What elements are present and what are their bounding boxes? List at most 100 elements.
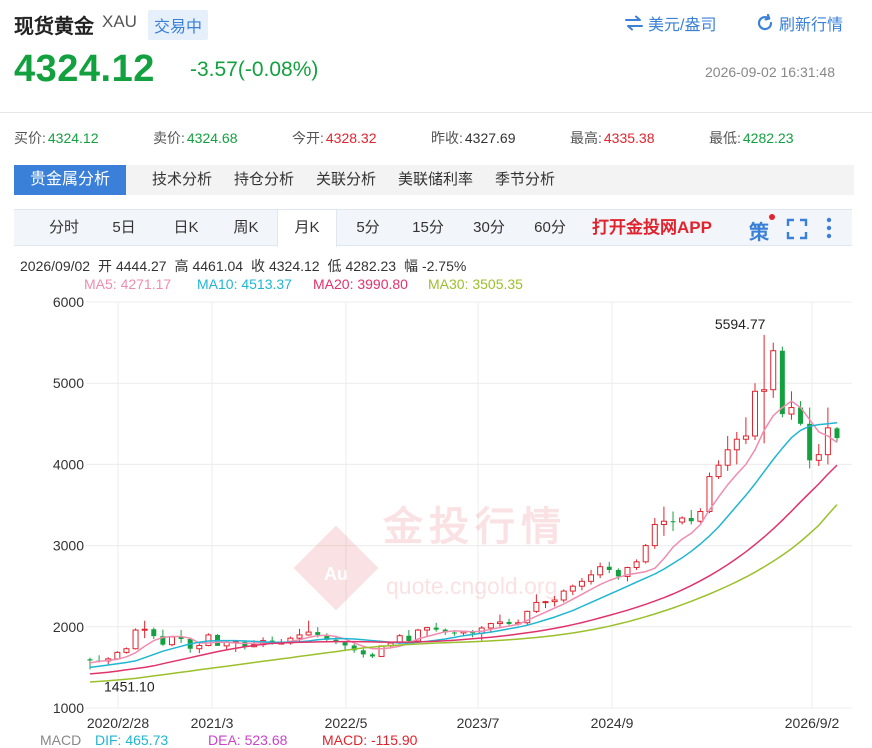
candle-body xyxy=(533,601,540,612)
ohlc-high: 4461.04 xyxy=(192,258,244,274)
candle xyxy=(834,426,840,442)
unit-toggle-label: 美元/盎司 xyxy=(648,17,717,34)
ohlc-open-label: 开 xyxy=(97,258,112,274)
tab-technical[interactable]: 技术分析 xyxy=(152,165,212,195)
analysis-tabs: 贵金属分析 技术分析 持仓分析 关联分析 美联储利率 季节分析 xyxy=(14,165,854,195)
stat-prev-close: 昨收: 4327.69 xyxy=(431,128,516,148)
candle-body xyxy=(679,517,686,523)
tab-positions[interactable]: 持仓分析 xyxy=(234,165,294,195)
macd-dea: DEA: 523.68 xyxy=(208,732,288,748)
candle-body xyxy=(660,520,667,525)
candle-body xyxy=(87,659,93,661)
candle xyxy=(798,401,804,426)
candle-body xyxy=(807,423,813,461)
period-tab-5min[interactable]: 5分 xyxy=(338,210,398,245)
tab-correlation[interactable]: 关联分析 xyxy=(316,165,376,195)
y-tick-label: 1000 xyxy=(53,700,84,716)
candle xyxy=(670,511,676,531)
y-tick-label: 2000 xyxy=(53,619,84,635)
candle-body xyxy=(788,407,795,415)
swap-arrows-icon xyxy=(625,15,643,31)
candle xyxy=(633,559,640,570)
candle xyxy=(496,614,503,627)
candle xyxy=(305,620,312,636)
tab-fed-rate[interactable]: 美联储利率 xyxy=(398,165,473,195)
y-tick-label: 4000 xyxy=(53,456,84,472)
candle xyxy=(770,342,777,398)
period-tab-5day[interactable]: 5日 xyxy=(94,210,154,245)
candle xyxy=(141,620,148,639)
candle xyxy=(597,562,604,579)
candle-body xyxy=(688,517,694,522)
instrument-title: 现货黄金 xyxy=(14,16,94,38)
candle-body xyxy=(560,590,567,601)
refresh-button[interactable]: 刷新行情 xyxy=(756,11,843,35)
tab-precious-metals[interactable]: 贵金属分析 xyxy=(14,165,127,195)
candle-body xyxy=(824,427,831,456)
candle xyxy=(506,618,512,626)
stat-value: 4324.12 xyxy=(47,130,99,146)
more-options-icon[interactable] xyxy=(824,216,834,240)
candle-body xyxy=(615,569,621,577)
period-tabs: 分时 5日 日K 周K 月K 5分 15分 30分 60分 打开金投网APP 策 xyxy=(14,209,852,247)
candle-body xyxy=(724,449,731,466)
candle xyxy=(487,622,494,633)
max-price-label: 5594.77 xyxy=(715,316,766,332)
candle-body xyxy=(633,561,640,569)
ohlc-readout: 2026/09/02 开 4444.27 高 4461.04 收 4324.12 低4… xyxy=(20,256,470,276)
candle-body xyxy=(742,435,749,440)
candle-body xyxy=(569,585,576,592)
stat-label: 最高: xyxy=(570,130,602,146)
candle-body xyxy=(487,623,494,629)
stat-high: 最高: 4335.38 xyxy=(570,128,655,148)
ohlc-open: 4444.27 xyxy=(115,258,167,274)
x-tick-label: 2022/5 xyxy=(325,715,368,731)
stat-ask: 卖价: 4324.68 xyxy=(153,128,238,148)
candle xyxy=(578,578,585,591)
watermark-url: quote.cngold.org xyxy=(386,573,557,599)
period-tab-weekly[interactable]: 周K xyxy=(216,210,276,245)
candle-body xyxy=(141,628,148,631)
candle-body xyxy=(123,648,130,653)
macd-title: MACD xyxy=(40,732,82,748)
tab-seasonal[interactable]: 季节分析 xyxy=(495,165,555,195)
period-tab-daily[interactable]: 日K xyxy=(156,210,216,245)
candle-body xyxy=(551,599,558,603)
notification-dot xyxy=(769,214,775,220)
candle xyxy=(679,516,686,525)
candle-body xyxy=(360,650,366,655)
strategy-icon[interactable]: 策 xyxy=(749,216,769,245)
candle xyxy=(688,509,694,525)
period-tab-30min[interactable]: 30分 xyxy=(459,210,519,245)
candle xyxy=(369,652,375,659)
candle-body xyxy=(424,627,431,631)
stat-value: 4327.69 xyxy=(464,130,516,146)
candle-body xyxy=(733,438,740,451)
candle xyxy=(733,431,740,465)
fullscreen-icon[interactable] xyxy=(786,218,808,240)
period-tab-monthly[interactable]: 月K xyxy=(277,210,337,247)
candle-body xyxy=(670,521,676,523)
candlestick-chart[interactable]: Au 金投行情 quote.cngold.org 1000 2000 3000 400… xyxy=(0,290,872,732)
candle-body xyxy=(433,627,439,630)
watermark: Au 金投行情 quote.cngold.org xyxy=(293,504,561,611)
period-tab-intraday[interactable]: 分时 xyxy=(34,210,94,245)
unit-toggle-button[interactable]: 美元/盎司 xyxy=(624,11,716,35)
candle-body xyxy=(305,631,312,636)
open-app-link[interactable]: 打开金投网APP xyxy=(592,210,712,245)
candle xyxy=(196,643,203,654)
candle-body xyxy=(506,621,512,624)
candle-body xyxy=(542,601,549,604)
stat-label: 买价: xyxy=(14,130,46,146)
candle-body xyxy=(597,566,604,576)
refresh-icon xyxy=(757,14,773,31)
candle xyxy=(724,435,731,471)
period-tab-15min[interactable]: 15分 xyxy=(398,210,458,245)
candle xyxy=(424,626,431,637)
period-tab-60min[interactable]: 60分 xyxy=(520,210,580,245)
candle-body xyxy=(588,574,595,582)
candle-body xyxy=(642,545,649,563)
candle xyxy=(151,627,157,639)
x-tick-label: 2024/9 xyxy=(591,715,634,731)
candle xyxy=(606,561,612,574)
